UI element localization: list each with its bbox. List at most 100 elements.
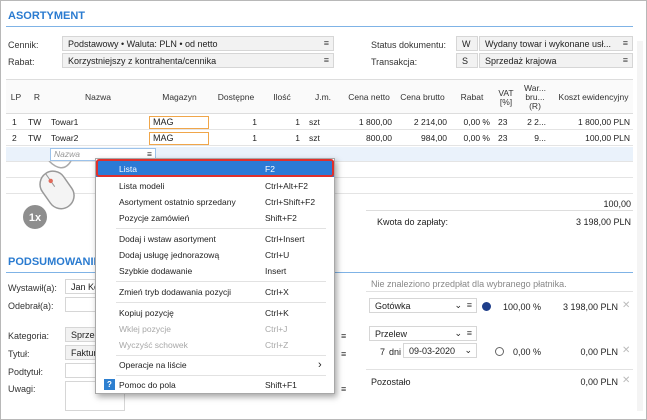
wystawil-label: Wystawił(a): <box>8 283 57 293</box>
col-header-r[interactable]: R <box>26 80 48 115</box>
menu-item-operacje-na-liscie[interactable]: Operacje na liście › <box>96 357 334 373</box>
col-header-wartosc-brutto[interactable]: War... bru... (R) <box>522 80 548 115</box>
cell-koszt: 1 800,00 PLN <box>578 117 630 127</box>
cell-cena-brutto[interactable]: 984,00 <box>395 131 447 146</box>
col-header-ilosc[interactable]: Ilość <box>261 80 303 115</box>
dropdown-icon[interactable]: ≡ <box>623 38 628 48</box>
cell-vat[interactable]: 23 <box>498 131 516 146</box>
menu-item-lista-modeli[interactable]: Lista modeli Ctrl+Alt+F2 <box>96 178 334 194</box>
scrollbar[interactable] <box>637 41 643 411</box>
col-header-magazyn[interactable]: Magazyn <box>148 80 211 115</box>
menu-item-szybkie-dodawanie[interactable]: Szybkie dodawanie Insert <box>96 263 334 279</box>
dropdown-icon[interactable]: ≡ <box>467 328 472 338</box>
dropdown-icon[interactable]: ≡ <box>467 300 472 310</box>
col-header-dostepne[interactable]: Dostępne <box>211 80 261 115</box>
cell-rabat[interactable]: 0,00 % <box>450 115 490 130</box>
cell-cena-netto[interactable]: 800,00 <box>343 131 392 146</box>
mouse-click-icon: 1x <box>21 161 75 231</box>
close-icon[interactable]: ✕ <box>622 300 630 311</box>
menu-item-pozycje-zamowien[interactable]: Pozycje zamówień Shift+F2 <box>96 210 334 226</box>
menu-item-dodaj-usluge[interactable]: Dodaj usługę jednorazową Ctrl+U <box>96 247 334 263</box>
dropdown-icon[interactable]: ≡ <box>324 38 329 48</box>
col-header-vat[interactable]: VAT [%] <box>496 80 516 115</box>
cell-magazyn[interactable]: MAG <box>149 132 209 145</box>
cell-vat[interactable]: 23 <box>498 115 516 130</box>
col-header-nazwa[interactable]: Nazwa <box>48 80 148 115</box>
chevron-down-icon[interactable]: ⌄ <box>454 328 462 338</box>
table-row[interactable]: 2 TW Towar2 MAG 1 1 szt 800,00 984,00 0,… <box>6 131 633 146</box>
menu-item-label: Asortyment ostatnio sprzedany <box>119 197 236 207</box>
cell-nazwa[interactable]: Towar2 <box>51 131 146 146</box>
cell-dostepne: 1 <box>252 117 257 127</box>
dropdown-icon[interactable]: ≡ <box>623 55 628 65</box>
close-icon[interactable]: ✕ <box>622 375 630 386</box>
tytul-dropdown-icon[interactable]: ≡ <box>341 349 346 359</box>
cennik-label: Cennik: <box>8 40 39 50</box>
payment1-method-field[interactable]: Gotówka ⌄ ≡ <box>369 298 477 313</box>
kwota-value: 3 198,00 PLN <box>575 217 631 227</box>
kategoria-dropdown-icon[interactable]: ≡ <box>341 331 346 341</box>
section-title-summary: PODSUMOWANIE <box>8 256 101 268</box>
menu-item-wyczysc-schowek[interactable]: Wyczyść schowek Ctrl+Z <box>96 337 334 353</box>
col-header-cena-netto[interactable]: Cena netto <box>343 80 395 115</box>
status-label: Status dokumentu: <box>371 40 447 50</box>
payment1-percent[interactable]: 100,00 % <box>493 302 541 312</box>
menu-separator <box>116 228 326 229</box>
payment1-radio[interactable] <box>482 302 491 311</box>
pozostalo-value: 0,00 PLN <box>580 377 618 387</box>
cennik-field[interactable]: Podstawowy • Waluta: PLN • od netto ≡ <box>62 36 334 51</box>
transakcja-field[interactable]: Sprzedaż krajowa ≡ <box>479 53 633 68</box>
col-header-cena-brutto[interactable]: Cena brutto <box>395 80 450 115</box>
payment2-amount[interactable]: 0,00 PLN <box>546 347 618 357</box>
close-icon[interactable]: ✕ <box>622 345 630 356</box>
cell-lp: 2 <box>12 133 17 143</box>
col-header-jm[interactable]: J.m. <box>303 80 343 115</box>
cell-cena-brutto[interactable]: 2 214,00 <box>395 115 447 130</box>
payment2-days[interactable]: 7 <box>373 347 385 357</box>
chevron-down-icon[interactable]: ⌄ <box>464 345 472 355</box>
chevron-down-icon[interactable]: ⌄ <box>454 300 462 310</box>
menu-item-pomoc-do-pola[interactable]: ? Pomoc do pola Shift+F1 <box>96 377 334 393</box>
payment2-percent[interactable]: 0,00 % <box>506 347 541 357</box>
submenu-arrow-icon: › <box>318 359 322 371</box>
menu-item-asortyment-ostatnio-sprzedany[interactable]: Asortyment ostatnio sprzedany Ctrl+Shift… <box>96 194 334 210</box>
cell-nazwa[interactable]: Towar1 <box>51 115 146 130</box>
payments-divider <box>366 291 633 292</box>
cell-ilosc[interactable]: 1 <box>263 115 300 130</box>
status-code-field[interactable]: W <box>456 36 478 51</box>
prepaid-note: Nie znaleziono przedpłat dla wybranego p… <box>371 279 567 289</box>
cell-cena-netto[interactable]: 1 800,00 <box>343 115 392 130</box>
status-code: W <box>462 39 471 49</box>
payment2-method-field[interactable]: Przelew ⌄ ≡ <box>369 326 477 341</box>
menu-item-shortcut: Insert <box>265 266 287 276</box>
payment1-amount[interactable]: 3 198,00 PLN <box>546 302 618 312</box>
col-header-koszt[interactable]: Koszt ewidencyjny <box>554 80 633 115</box>
menu-item-kopiuj-pozycje[interactable]: Kopiuj pozycję Ctrl+K <box>96 305 334 321</box>
click-badge-label: 1x <box>29 212 42 224</box>
transakcja-code: S <box>462 56 469 66</box>
cell-ilosc[interactable]: 1 <box>263 131 300 146</box>
uwagi-dropdown-icon[interactable]: ≡ <box>341 384 346 394</box>
status-value: Wydany towar i wykonane usł... <box>485 39 611 49</box>
section-title-assortment: ASORTYMENT <box>8 10 85 22</box>
new-row-placeholder: Nazwa <box>54 149 80 159</box>
dropdown-icon[interactable]: ≡ <box>324 55 329 65</box>
podtytul-label: Podtytuł: <box>8 367 44 377</box>
cell-jm[interactable]: szt <box>309 115 339 130</box>
table-row[interactable]: 1 TW Towar1 MAG 1 1 szt 1 800,00 2 214,0… <box>6 115 633 130</box>
cell-rabat[interactable]: 0,00 % <box>450 131 490 146</box>
payment2-date-field[interactable]: 09-03-2020 ⌄ <box>403 343 477 358</box>
cell-lp: 1 <box>12 117 17 127</box>
menu-item-wklej-pozycje[interactable]: Wklej pozycje Ctrl+J <box>96 321 334 337</box>
payment2-radio[interactable] <box>495 347 504 356</box>
col-header-lp[interactable]: LP <box>6 80 26 115</box>
menu-item-zmien-tryb[interactable]: Zmień tryb dodawania pozycji Ctrl+X <box>96 284 334 300</box>
cell-jm[interactable]: szt <box>309 131 339 146</box>
menu-item-label: Kopiuj pozycję <box>119 308 174 318</box>
cell-magazyn[interactable]: MAG <box>149 116 209 129</box>
status-field[interactable]: Wydany towar i wykonane usł... ≡ <box>479 36 633 51</box>
col-header-rabat[interactable]: Rabat <box>450 80 494 115</box>
menu-item-dodaj-i-wstaw[interactable]: Dodaj i wstaw asortyment Ctrl+Insert <box>96 231 334 247</box>
rabat-field[interactable]: Korzystniejszy z kontrahenta/cennika ≡ <box>62 53 334 68</box>
transakcja-code-field[interactable]: S <box>456 53 478 68</box>
